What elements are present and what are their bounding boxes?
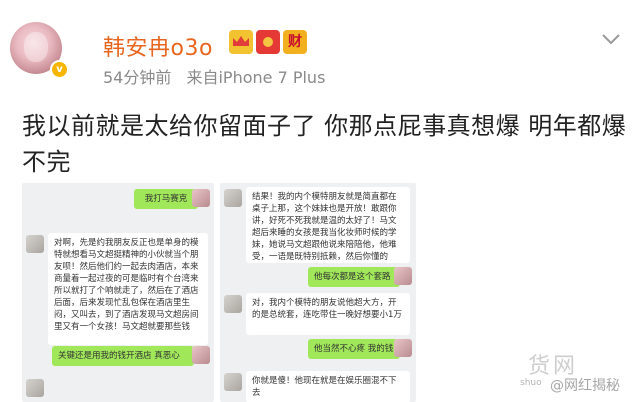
chat-avatar — [394, 267, 412, 285]
chat-avatar — [192, 189, 210, 207]
watermark: 货网 shuo @网红揭秘 — [520, 348, 632, 398]
verified-badge-icon: v — [50, 60, 69, 79]
post-time: 54分钟前 — [103, 68, 172, 87]
chat-avatar — [224, 295, 242, 313]
watermark-handle: @网红揭秘 — [550, 378, 620, 394]
wealth-badge-icon[interactable]: 财 — [283, 30, 307, 54]
chat-bubble: 结果！我的内个模特朋友就是简直都在桌子上那，这个妹妹也是开放！敢跟你讲，好死不死… — [246, 187, 410, 263]
chevron-down-icon[interactable] — [600, 28, 622, 50]
chat-avatar — [224, 189, 242, 207]
crown-badge-icon[interactable] — [229, 30, 253, 54]
post-meta: 54分钟前 来自iPhone 7 Plus — [103, 64, 335, 88]
chat-screenshot-left[interactable]: 我打马赛克 对啊，先是约我朋友反正也是单身的模特就想看马文超挺精神的小伙就当个朋… — [22, 183, 214, 402]
watermark-site: shuo — [520, 378, 542, 388]
chat-screenshot-right[interactable]: 结果！我的内个模特朋友就是简直都在桌子上那，这个妹妹也是开放！敢跟你讲，好死不死… — [220, 183, 416, 402]
chat-bubble: 对啊，先是约我朋友反正也是单身的模特就想看马文超挺精神的小伙就当个朋友呗！然后他… — [48, 233, 208, 345]
username[interactable]: 韩安冉o3o — [103, 30, 213, 62]
chat-bubble: 关键还是用我的钱开酒店 真恶心 — [52, 346, 194, 366]
chat-bubble: 对，我内个模特的朋友说他超大方，开的是总统套，连吃带住一晚好想要小1万 — [246, 293, 410, 335]
post-text: 我以前就是太给你留面子了 你那点屁事真想爆 明年都爆不完 — [22, 112, 627, 176]
chat-avatar — [26, 235, 44, 253]
chat-bubble: 你就是傻！他现在就是在娱乐圈混不下去 — [246, 371, 410, 402]
post-source[interactable]: 来自iPhone 7 Plus — [186, 68, 325, 87]
chat-avatar — [192, 346, 210, 364]
chat-bubble: 他当然不心疼 我的钱 — [308, 339, 400, 359]
red-packet-badge-icon[interactable] — [256, 30, 280, 54]
chat-avatar — [26, 379, 44, 397]
chat-bubble: 他每次都是这个套路 — [308, 267, 400, 287]
weibo-post: v 韩安冉o3o 财 54分钟前 来自iPhone 7 Plus 我以前就是太给… — [0, 0, 640, 402]
chat-avatar — [394, 339, 412, 357]
chat-avatar — [224, 373, 242, 391]
chat-bubble: 我打马赛克 — [134, 189, 198, 209]
